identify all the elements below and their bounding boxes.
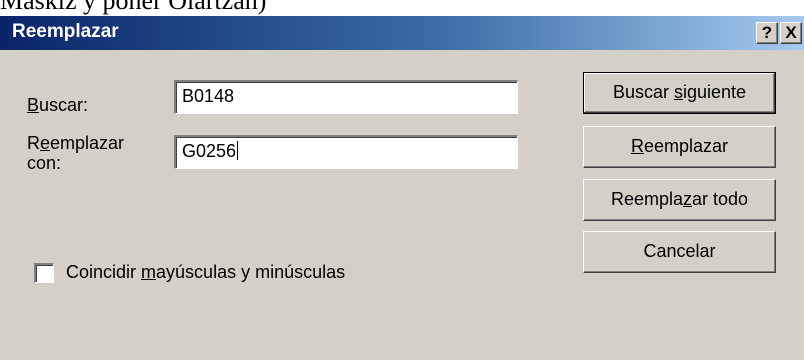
match-case-label[interactable]: Coincidir mayúsculas y minúsculas: [66, 262, 345, 283]
match-case-checkbox[interactable]: [34, 263, 54, 283]
replace-label: Reemplazar con:: [27, 133, 125, 173]
help-button[interactable]: ?: [756, 22, 778, 44]
find-input[interactable]: B0148: [174, 80, 518, 114]
close-button[interactable]: X: [780, 22, 802, 44]
text-caret: [237, 141, 239, 160]
replace-input-value: G0256: [182, 141, 237, 161]
find-next-button[interactable]: Buscar siguiente: [583, 72, 776, 114]
dialog-title: Reemplazar: [12, 21, 119, 42]
title-bar[interactable]: Reemplazar ? X: [0, 16, 804, 50]
find-input-value: B0148: [182, 86, 235, 106]
background-document-text: Maskiz y poner Olartzan): [0, 0, 267, 15]
replace-all-button[interactable]: Reemplazar todo: [583, 179, 776, 221]
replace-input[interactable]: G0256: [174, 135, 518, 169]
find-label: Buscar:: [27, 95, 89, 115]
replace-button[interactable]: Reemplazar: [583, 126, 776, 168]
cancel-button[interactable]: Cancelar: [583, 231, 776, 273]
replace-dialog: Reemplazar ? X Buscar: B0148 Reemplazar c…: [0, 16, 804, 360]
